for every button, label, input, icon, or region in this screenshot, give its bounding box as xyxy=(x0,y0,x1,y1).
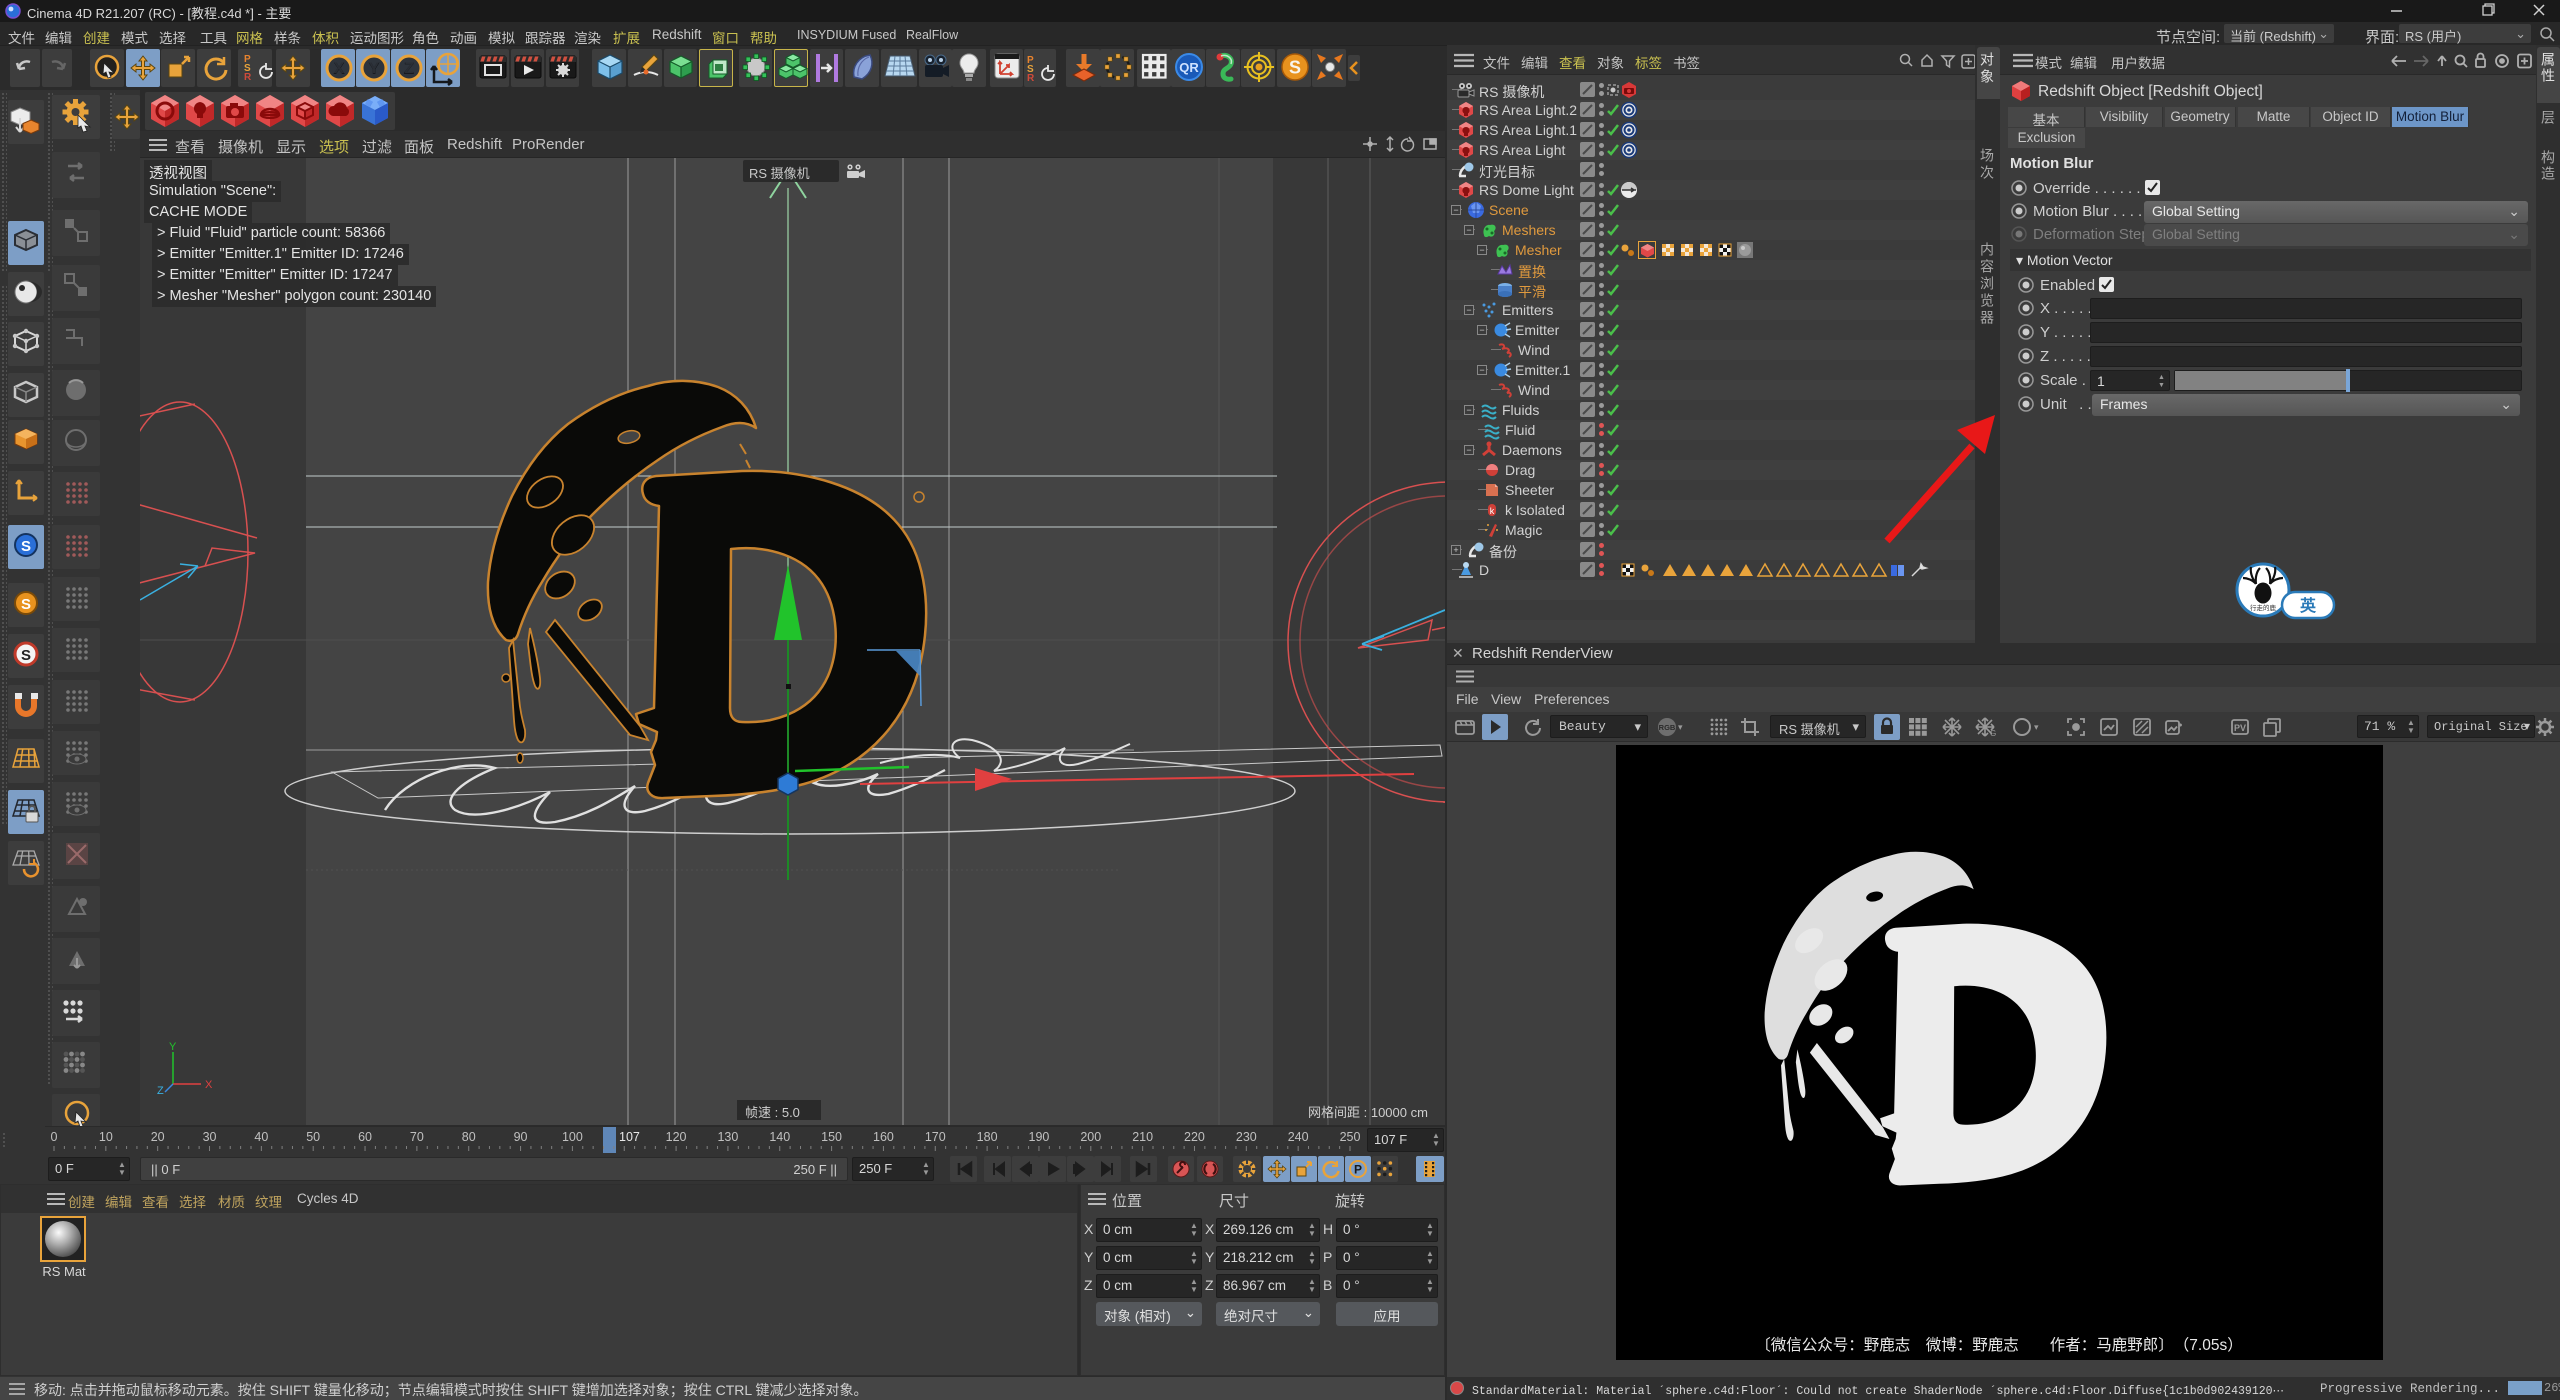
svg-text:QR: QR xyxy=(1179,60,1199,75)
svg-text:G: G xyxy=(1990,729,1996,738)
svg-text:k: k xyxy=(1490,506,1495,516)
svg-text:X: X xyxy=(205,1079,213,1091)
svg-text:P: P xyxy=(1354,1163,1362,1177)
svg-text:Z: Z xyxy=(157,1085,164,1097)
svg-text:R: R xyxy=(244,72,252,83)
svg-text:英: 英 xyxy=(2299,596,2317,615)
svg-text:S: S xyxy=(21,647,31,664)
svg-text:S: S xyxy=(1289,58,1301,78)
svg-text:〔微信公众号：野鹿志 微博：野鹿志 作者：马鹿野郎〕 （7: 〔微信公众号：野鹿志 微博：野鹿志 作者：马鹿野郎〕 （7.05s） xyxy=(1755,1336,2242,1354)
svg-text:行走的鹿: 行走的鹿 xyxy=(2250,603,2277,612)
svg-text:X: X xyxy=(334,61,345,78)
svg-text:S: S xyxy=(21,538,31,555)
svg-text:PV: PV xyxy=(2234,723,2246,733)
svg-text:Z: Z xyxy=(404,61,414,78)
svg-text:Y: Y xyxy=(369,61,380,78)
svg-text:S: S xyxy=(21,596,31,613)
svg-text:Y: Y xyxy=(169,1041,177,1053)
svg-text:RGB: RGB xyxy=(1659,723,1676,732)
svg-text:R: R xyxy=(1027,73,1035,84)
